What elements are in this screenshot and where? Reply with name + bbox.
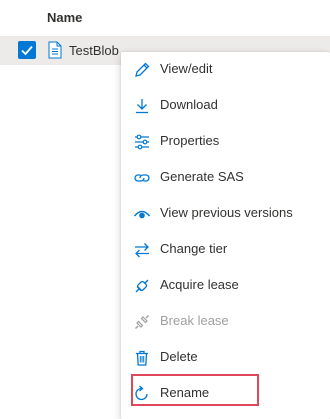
row-checkbox[interactable] — [18, 41, 36, 59]
menu-item-download[interactable]: Download — [121, 88, 330, 124]
menu-item-label: Properties — [160, 133, 220, 148]
context-menu: View/edit Download Properties Generate S… — [121, 52, 330, 419]
menu-item-label: Generate SAS — [160, 169, 244, 184]
column-header-name[interactable]: Name — [47, 10, 82, 25]
file-icon — [48, 41, 62, 59]
menu-item-generate-sas[interactable]: Generate SAS — [121, 160, 330, 196]
list-header: Name — [0, 0, 330, 36]
menu-item-properties[interactable]: Properties — [121, 124, 330, 160]
broken-plug-icon — [135, 315, 149, 329]
properties-icon — [135, 134, 149, 150]
menu-item-acquire-lease[interactable]: Acquire lease — [121, 268, 330, 304]
checkmark-icon — [21, 45, 33, 56]
download-icon — [136, 99, 148, 114]
menu-item-change-tier[interactable]: Change tier — [121, 232, 330, 268]
menu-item-view-previous-versions[interactable]: View previous versions — [121, 196, 330, 232]
menu-item-label: Acquire lease — [160, 277, 239, 292]
eye-icon — [133, 210, 151, 219]
menu-item-label: View previous versions — [160, 205, 293, 220]
swap-arrows-icon — [135, 243, 149, 258]
menu-item-delete[interactable]: Delete — [121, 340, 330, 376]
menu-item-label: Download — [160, 97, 218, 112]
pencil-icon — [135, 62, 150, 77]
file-name[interactable]: TestBlob — [69, 43, 119, 58]
link-icon — [134, 174, 150, 182]
plug-icon — [135, 279, 149, 293]
rename-highlight-box — [131, 374, 259, 406]
menu-item-label: Break lease — [160, 313, 229, 328]
menu-item-label: View/edit — [160, 61, 213, 76]
menu-item-label: Delete — [160, 349, 198, 364]
trash-icon — [136, 350, 148, 366]
menu-item-break-lease[interactable]: Break lease — [121, 304, 330, 340]
menu-item-view-edit[interactable]: View/edit — [121, 52, 330, 88]
menu-item-label: Change tier — [160, 241, 228, 256]
